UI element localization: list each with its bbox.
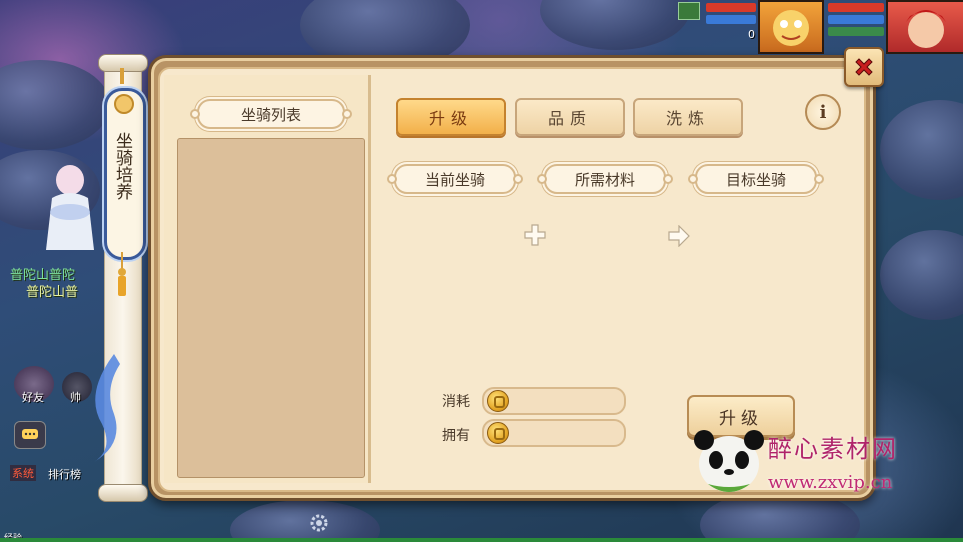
mount-list-column: 坐骑列表 — [164, 75, 371, 483]
scene-rock — [0, 60, 110, 150]
coin-icon — [487, 422, 509, 444]
tassel-icon — [118, 252, 126, 296]
current-mount-label: 当前坐骑 — [387, 164, 523, 194]
target-mount-label: 目标坐骑 — [688, 164, 824, 194]
tab-quality[interactable]: 品质 — [515, 98, 625, 136]
required-material-label: 所需材料 — [537, 164, 673, 194]
plus-icon — [524, 224, 546, 246]
pet-avatar[interactable] — [758, 0, 824, 54]
mount-list-box[interactable] — [177, 138, 365, 478]
tassel-cord — [120, 68, 124, 84]
info-button[interactable]: i — [805, 94, 841, 130]
own-label: 拥有 — [442, 428, 470, 444]
mount-panel: 坐骑列表 升级 品质 洗炼 i 当前坐骑 所需材料 目标坐骑 消耗 拥有 升级 — [148, 55, 876, 501]
pet-mp-bar — [828, 15, 884, 24]
side-scroll: 坐骑培养 — [94, 54, 148, 502]
close-icon — [855, 58, 873, 76]
scene-rock — [880, 230, 963, 320]
coin-icon — [487, 390, 509, 412]
blue-ribbon-icon — [94, 354, 120, 462]
system-channel-tag[interactable]: 系统 — [10, 465, 36, 481]
scene-rock — [230, 500, 380, 542]
consume-label: 消耗 — [442, 394, 470, 410]
mount-list-header: 坐骑列表 — [190, 99, 352, 129]
chat-bubble-icon[interactable] — [14, 421, 46, 449]
level-value: 0 — [748, 28, 755, 41]
scroll-title: 坐骑培养 — [112, 132, 132, 200]
own-bar — [482, 419, 626, 447]
consume-bar — [482, 387, 626, 415]
player-avatar[interactable] — [886, 0, 963, 54]
partner-label[interactable]: 帅 — [70, 389, 81, 405]
ranking-link[interactable]: 排行榜 — [48, 466, 81, 482]
tab-upgrade[interactable]: 升级 — [396, 98, 506, 136]
friend-label[interactable]: 好友 — [22, 389, 44, 405]
scene-rock — [880, 100, 963, 200]
emblem-icon — [114, 94, 134, 114]
player-mp-bar — [706, 15, 756, 24]
panda-logo-icon — [694, 430, 764, 492]
map-name-label-2: 普陀山普 — [26, 285, 79, 300]
tab-refine[interactable]: 洗炼 — [633, 98, 743, 136]
gear-icon[interactable] — [308, 512, 330, 534]
scroll-rod-bottom — [98, 484, 148, 502]
watermark-url: www.zxvip.cn — [768, 472, 893, 493]
watermark-title: 醉心素材网 — [768, 435, 898, 463]
buff-icon — [678, 2, 700, 20]
scene-rock — [540, 0, 690, 50]
close-button[interactable] — [844, 47, 884, 87]
arrow-right-icon — [668, 225, 690, 247]
pet-hp-bar — [828, 3, 884, 12]
npc-character[interactable] — [40, 160, 100, 255]
exp-bar — [0, 538, 963, 542]
pet-exp-bar — [828, 27, 884, 36]
player-hp-bar — [706, 3, 756, 12]
